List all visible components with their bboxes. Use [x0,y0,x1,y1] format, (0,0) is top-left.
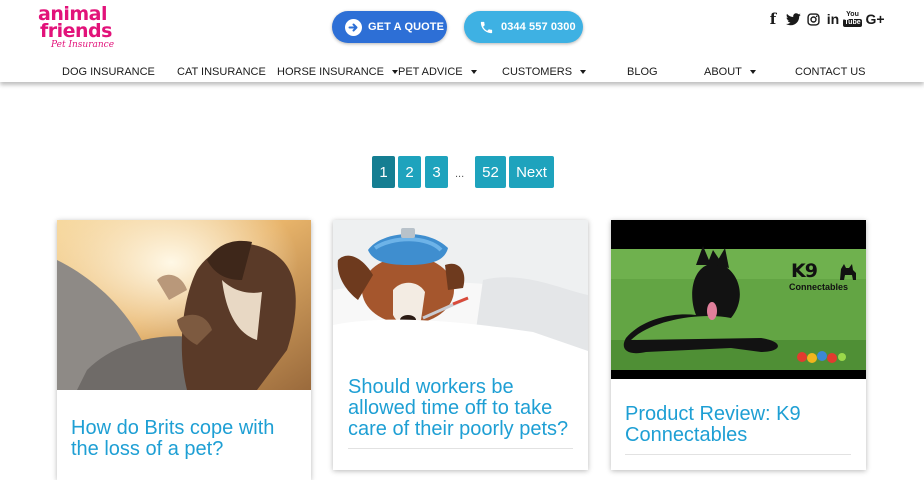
site-header: animal friends Pet Insurance GET A QUOTE… [0,0,924,82]
chevron-down-icon [580,70,587,74]
nav-label: DOG INSURANCE [62,66,155,78]
twitter-icon[interactable] [785,10,801,28]
nav-dog-insurance[interactable]: DOG INSURANCE [62,65,155,79]
nav-customers[interactable]: CUSTOMERS [502,65,587,79]
nav-cat-insurance[interactable]: CAT INSURANCE [177,65,266,79]
phone-number-label: 0344 557 0300 [501,21,576,33]
logo-tagline: Pet Insurance [51,40,115,50]
nav-horse-insurance[interactable]: HORSE INSURANCE [277,65,398,79]
k9-logo-subtitle: Connectables [789,282,849,292]
blog-card-3-title[interactable]: Product Review: K9 Connectables [625,404,851,446]
logo-word-friends: friends [40,20,112,42]
page-3-button[interactable]: 3 [425,156,448,188]
nav-blog[interactable]: BLOG [627,65,658,79]
k9-logo-mark: K9 [791,260,818,282]
google-plus-icon[interactable]: G+ [864,10,886,28]
nav-label: BLOG [627,66,658,78]
blog-card-1-title[interactable]: How do Brits cope with the loss of a pet… [71,418,297,460]
page-2-button[interactable]: 2 [398,156,421,188]
sick-dog-with-ice-pack-photo[interactable] [333,220,588,351]
pagination-ellipsis: ... [455,168,465,180]
nav-label: PET ADVICE [398,66,463,78]
next-page-button[interactable]: Next [509,156,554,188]
blog-card-3[interactable]: K9 Connectables Product Review: K9 Conne… [611,220,866,470]
youtube-tube-text: Tube [843,19,862,27]
card-divider [625,454,851,455]
get-a-quote-button[interactable]: GET A QUOTE [332,11,447,43]
dog-silhouette-icon [840,264,856,280]
arrow-circle-icon [345,18,362,36]
nav-about[interactable]: ABOUT [704,65,756,79]
page-1-button[interactable]: 1 [372,156,395,188]
blog-card-2[interactable]: Should workers be allowed time off to ta… [333,220,588,470]
get-a-quote-label: GET A QUOTE [368,21,445,33]
phone-icon [478,19,495,36]
nav-label: CAT INSURANCE [177,66,266,78]
chevron-down-icon [470,70,477,74]
blog-card-2-title[interactable]: Should workers be allowed time off to ta… [348,377,578,440]
nav-label: ABOUT [704,66,742,78]
k9-connectables-image-logo: K9 Connectables [789,260,863,300]
nav-label: HORSE INSURANCE [277,66,384,78]
youtube-icon[interactable]: You Tube [843,10,862,28]
nav-label: CONTACT US [795,66,866,78]
chevron-down-icon [749,70,756,74]
linkedin-icon[interactable]: in [825,10,841,28]
blog-card-1[interactable]: How do Brits cope with the loss of a pet… [57,220,311,480]
instagram-icon[interactable] [806,10,821,28]
nav-contact-us[interactable]: CONTACT US [795,65,866,79]
nav-pet-advice[interactable]: PET ADVICE [398,65,477,79]
card-divider [348,448,573,449]
facebook-icon[interactable]: f [768,10,778,28]
animal-friends-logo[interactable]: animal friends Pet Insurance [38,5,120,52]
nav-label: CUSTOMERS [502,66,573,78]
page-52-button[interactable]: 52 [475,156,506,188]
youtube-you-text: You [846,11,859,18]
person-hugging-dog-photo[interactable] [57,220,311,390]
phone-number-button[interactable]: 0344 557 0300 [464,11,583,43]
